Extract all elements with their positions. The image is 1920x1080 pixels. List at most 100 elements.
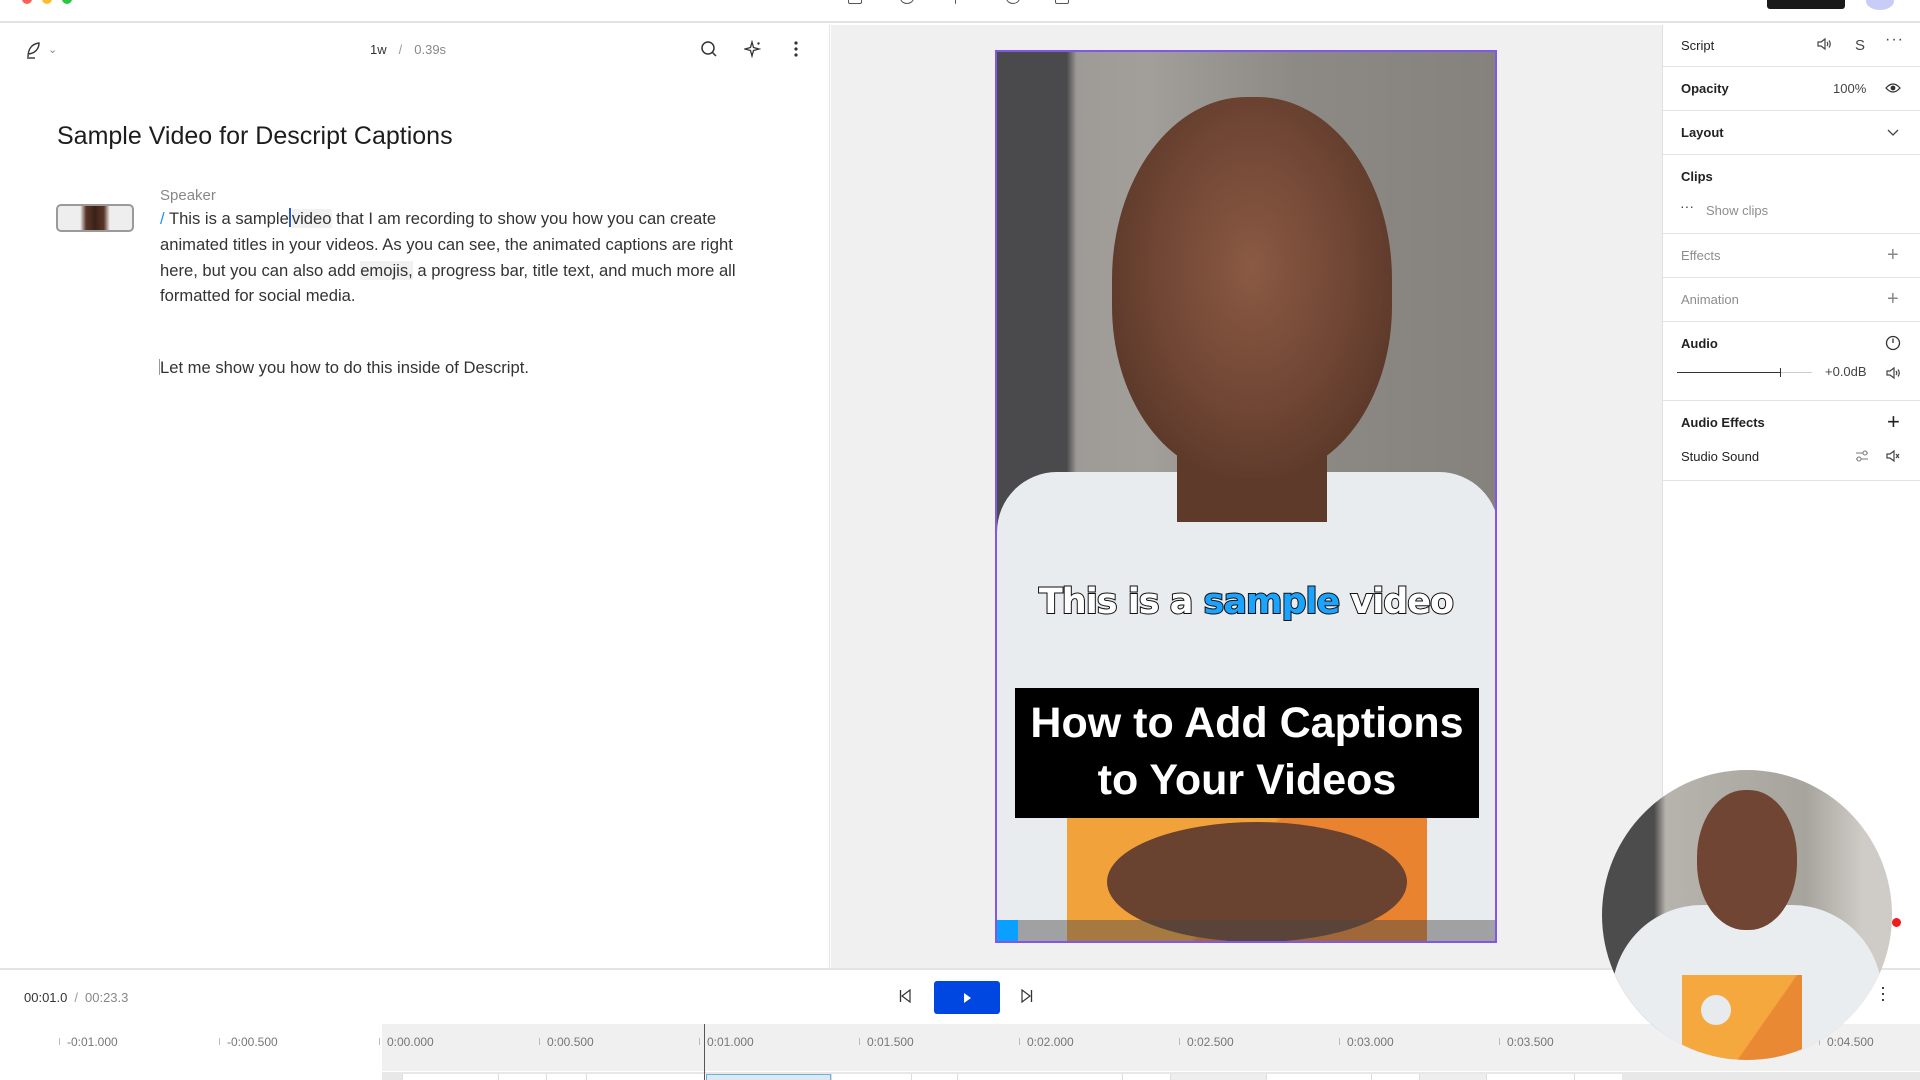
clip-segment[interactable] [1574, 1074, 1622, 1080]
effects-row: Effects + [1663, 234, 1920, 278]
add-animation-plus-icon[interactable]: + [1887, 288, 1899, 311]
tick-label: 0:01.000 [707, 1035, 754, 1049]
scene-marker[interactable]: / [160, 209, 165, 228]
window-controls [22, 0, 72, 4]
studio-sound-label[interactable]: Studio Sound [1681, 449, 1759, 464]
clip-segment[interactable] [911, 1074, 957, 1080]
publish-button[interactable] [1767, 0, 1845, 9]
clip-track[interactable] [382, 1072, 1920, 1080]
transcript-text: Let me show you how to do this inside of… [160, 358, 529, 377]
feather-pen-icon[interactable] [24, 40, 44, 60]
chevron-down-icon[interactable] [1887, 124, 1899, 140]
clip-segment[interactable] [957, 1074, 1122, 1080]
video-progress-bar-track [997, 920, 1495, 941]
tick-mark [1019, 1038, 1020, 1045]
more-horizontal-icon[interactable]: ··· [1680, 198, 1694, 214]
title-text-line: How to Add Captions [1030, 699, 1464, 747]
speaker-icon[interactable] [1816, 37, 1832, 54]
layout-row[interactable]: Layout [1663, 111, 1920, 155]
clip-segment[interactable] [1419, 1074, 1486, 1080]
tick-label: 0:01.500 [867, 1035, 914, 1049]
more-vertical-icon[interactable]: · · · [1880, 978, 1886, 1008]
volume-slider-thumb[interactable] [1780, 368, 1781, 377]
toolbar-grid-icon[interactable] [1055, 0, 1069, 4]
clip-segment[interactable] [1486, 1074, 1574, 1080]
webcam-overlay[interactable] [1602, 770, 1892, 1060]
opacity-value[interactable]: 100% [1833, 81, 1866, 96]
clip-segment[interactable] [1122, 1074, 1170, 1080]
more-vertical-icon[interactable] [785, 38, 807, 60]
title-text-line: to Your Videos [1097, 756, 1397, 804]
clip-segment[interactable] [1170, 1074, 1266, 1080]
sparkle-ai-icon[interactable] [742, 38, 764, 60]
tick-mark [699, 1038, 700, 1045]
tick-mark [859, 1038, 860, 1045]
toolbar-comment-icon[interactable] [1006, 0, 1020, 4]
video-progress-bar-fill [997, 920, 1018, 941]
speaker-icon[interactable] [1885, 366, 1901, 383]
caption-text: This is a [1038, 581, 1204, 623]
highlighted-word[interactable]: emojis, [360, 260, 413, 280]
document-title[interactable]: Sample Video for Descript Captions [57, 122, 453, 151]
maximize-window-button[interactable] [62, 0, 72, 4]
tick-mark [379, 1038, 380, 1045]
speaker-label[interactable]: Speaker [160, 187, 216, 204]
video-canvas[interactable]: This is a sample video How to Add Captio… [995, 50, 1497, 943]
opacity-row: Opacity 100% [1663, 67, 1920, 111]
script-editor-panel: ⌄ 1w / 0.39s Sample Video for Descript Cap… [0, 25, 830, 968]
webcam-shirt-dot [1701, 995, 1731, 1025]
opacity-label: Opacity [1681, 81, 1729, 96]
user-avatar[interactable] [1866, 0, 1894, 10]
toolbar-rectangle-icon[interactable] [848, 0, 862, 4]
skip-back-button[interactable] [899, 989, 911, 1003]
toolbar-text-icon[interactable] [955, 0, 957, 4]
tick-label: 0:00.500 [547, 1035, 594, 1049]
clip-segment[interactable] [402, 1074, 498, 1080]
search-icon[interactable] [698, 38, 720, 60]
chevron-down-icon[interactable]: ⌄ [48, 43, 57, 56]
clip-segment[interactable] [546, 1074, 586, 1080]
show-clips-button[interactable]: Show clips [1706, 203, 1768, 218]
play-button[interactable] [934, 981, 1000, 1014]
clip-segment[interactable] [498, 1074, 546, 1080]
minimize-window-button[interactable] [42, 0, 52, 4]
webcam-head [1697, 790, 1797, 930]
mute-icon[interactable] [1885, 449, 1901, 466]
animation-row: Animation + [1663, 278, 1920, 322]
audio-clock-icon[interactable] [1885, 335, 1901, 354]
adjust-sliders-icon[interactable] [1855, 449, 1869, 466]
transcript-paragraph[interactable]: Let me show you how to do this inside of… [159, 358, 529, 378]
tick-mark [59, 1038, 60, 1045]
playhead[interactable] [704, 1024, 705, 1080]
speaker-thumbnail[interactable] [56, 204, 134, 232]
tick-label: -0:00.500 [227, 1035, 278, 1049]
effects-label: Effects [1681, 248, 1721, 263]
add-audio-effect-plus-icon[interactable]: + [1887, 409, 1900, 435]
clip-segment[interactable] [586, 1074, 706, 1080]
skip-forward-button[interactable] [1021, 989, 1033, 1003]
current-time: 00:01.0 [24, 990, 68, 1005]
tick-mark [539, 1038, 540, 1045]
title-text-box[interactable]: How to Add Captions to Your Videos [1015, 688, 1479, 818]
transcript-paragraph[interactable]: / This is a sample video that I am record… [160, 206, 770, 309]
add-effect-plus-icon[interactable]: + [1887, 244, 1899, 267]
speaker-initial-badge[interactable]: S [1855, 37, 1865, 54]
clips-label: Clips [1681, 169, 1713, 184]
clip-segment[interactable] [1266, 1074, 1371, 1080]
highlighted-word[interactable]: video [291, 209, 332, 228]
audio-gain-value[interactable]: +0.0dB [1825, 364, 1867, 379]
clip-segment[interactable] [831, 1074, 911, 1080]
script-row: Script S ··· [1663, 25, 1920, 67]
eye-icon[interactable] [1885, 81, 1901, 97]
clip-segment[interactable] [1371, 1074, 1419, 1080]
selection-stats: 1w / 0.39s [370, 42, 446, 57]
toolbar-circle-icon[interactable] [900, 0, 914, 4]
more-horizontal-icon[interactable]: ··· [1885, 31, 1904, 49]
caption-text: video [1339, 581, 1455, 623]
animated-caption[interactable]: This is a sample video [997, 581, 1495, 623]
tick-label: 0:03.000 [1347, 1035, 1394, 1049]
caption-active-word: sample [1203, 581, 1342, 623]
video-frame-face [1112, 97, 1392, 477]
selected-clip-segment[interactable] [706, 1074, 831, 1080]
close-window-button[interactable] [22, 0, 32, 4]
